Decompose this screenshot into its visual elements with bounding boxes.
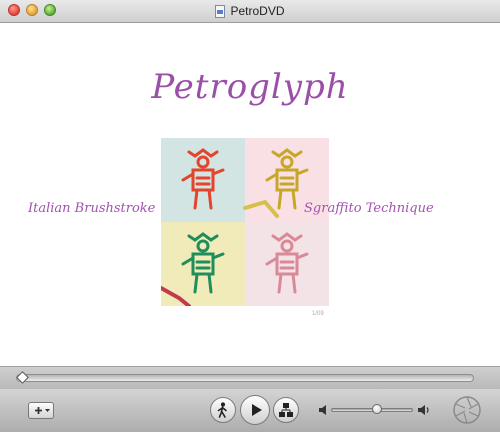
video-stage: Petroglyph 1/09 Italian Brushstroke Sgra… <box>0 23 500 366</box>
controls-bar <box>0 389 500 432</box>
title-bar[interactable]: PetroDVD <box>0 0 500 23</box>
dvd-player-window: PetroDVD Petroglyph 1/09 Italian Brushst… <box>0 0 500 432</box>
petroglyph-figures <box>161 148 309 306</box>
play-button[interactable] <box>240 395 270 425</box>
plus-icon <box>35 407 50 414</box>
disc-menu-title: Petroglyph <box>151 67 349 107</box>
disc-menu-icon <box>279 403 293 417</box>
window-title: PetroDVD <box>230 4 285 18</box>
aperture-icon[interactable] <box>452 395 482 425</box>
walking-figure-icon <box>217 402 227 418</box>
play-icon <box>252 404 262 416</box>
add-bookmark-button[interactable] <box>28 402 54 419</box>
document-icon <box>215 4 226 18</box>
volume-low-icon <box>319 405 326 415</box>
viewer-button[interactable] <box>210 397 236 423</box>
petroglyph-artwork <box>161 138 329 306</box>
menu-option-sgraffito-technique[interactable]: Sgraffito Technique <box>304 201 434 216</box>
artwork-number: 1/09 <box>312 311 324 317</box>
volume-slider-knob[interactable] <box>371 404 382 414</box>
timeline-track[interactable] <box>16 374 474 382</box>
window-title-group: PetroDVD <box>0 0 500 22</box>
timeline-bar <box>0 366 500 389</box>
menu-option-italian-brushstroke[interactable]: Italian Brushstroke <box>28 201 155 216</box>
volume-high-icon <box>418 405 429 415</box>
disc-menu-button[interactable] <box>273 397 299 423</box>
